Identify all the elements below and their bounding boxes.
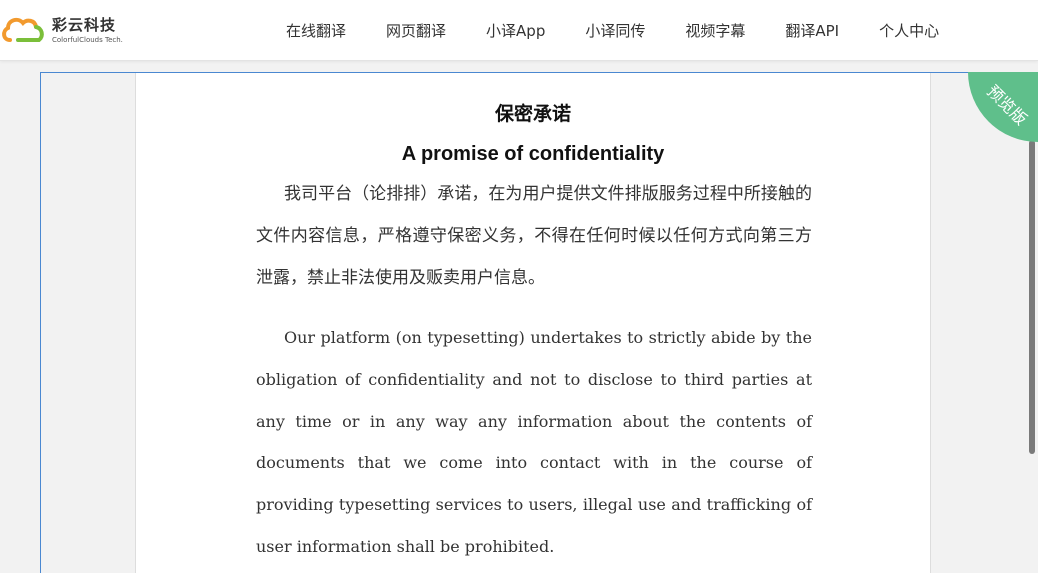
document-page: 保密承诺 A promise of confidentiality 我司平台（论…	[135, 73, 931, 573]
nav-item-xiaoyi-app[interactable]: 小译App	[466, 20, 565, 41]
nav-item-translate-api[interactable]: 翻译API	[765, 20, 859, 41]
nav-item-web-translate[interactable]: 网页翻译	[366, 20, 466, 41]
colorfulclouds-logo[interactable]: 彩云科技 ColorfulClouds Tech.	[0, 10, 130, 50]
nav-item-simultaneous[interactable]: 小译同传	[565, 20, 665, 41]
scrollbar-thumb[interactable]	[1029, 140, 1035, 454]
document-title-en: A promise of confidentiality	[401, 143, 665, 165]
logo-name-cn: 彩云科技	[52, 16, 117, 34]
main-nav: 在线翻译 网页翻译 小译App 小译同传 视频字幕 翻译API 个人中心	[266, 0, 959, 60]
nav-item-online-translate[interactable]: 在线翻译	[266, 20, 366, 41]
preview-badge: 预览版	[968, 72, 1038, 142]
nav-item-video-subtitles[interactable]: 视频字幕	[665, 20, 765, 41]
nav-item-user-center[interactable]: 个人中心	[859, 20, 959, 41]
document-viewer[interactable]: 保密承诺 A promise of confidentiality 我司平台（论…	[40, 72, 1038, 573]
paragraph-cn: 我司平台（论排排）承诺，在为用户提供文件排版服务过程中所接触的文件内容信息，严格…	[256, 184, 812, 288]
cloud-logo-icon	[2, 17, 44, 42]
top-navigation-bar: 彩云科技 ColorfulClouds Tech. 在线翻译 网页翻译 小译Ap…	[0, 0, 1038, 61]
paragraph-en: Our platform (on typesetting) undertakes…	[256, 328, 812, 556]
logo-name-en: ColorfulClouds Tech.	[52, 36, 123, 44]
document-title-cn: 保密承诺	[494, 103, 571, 125]
